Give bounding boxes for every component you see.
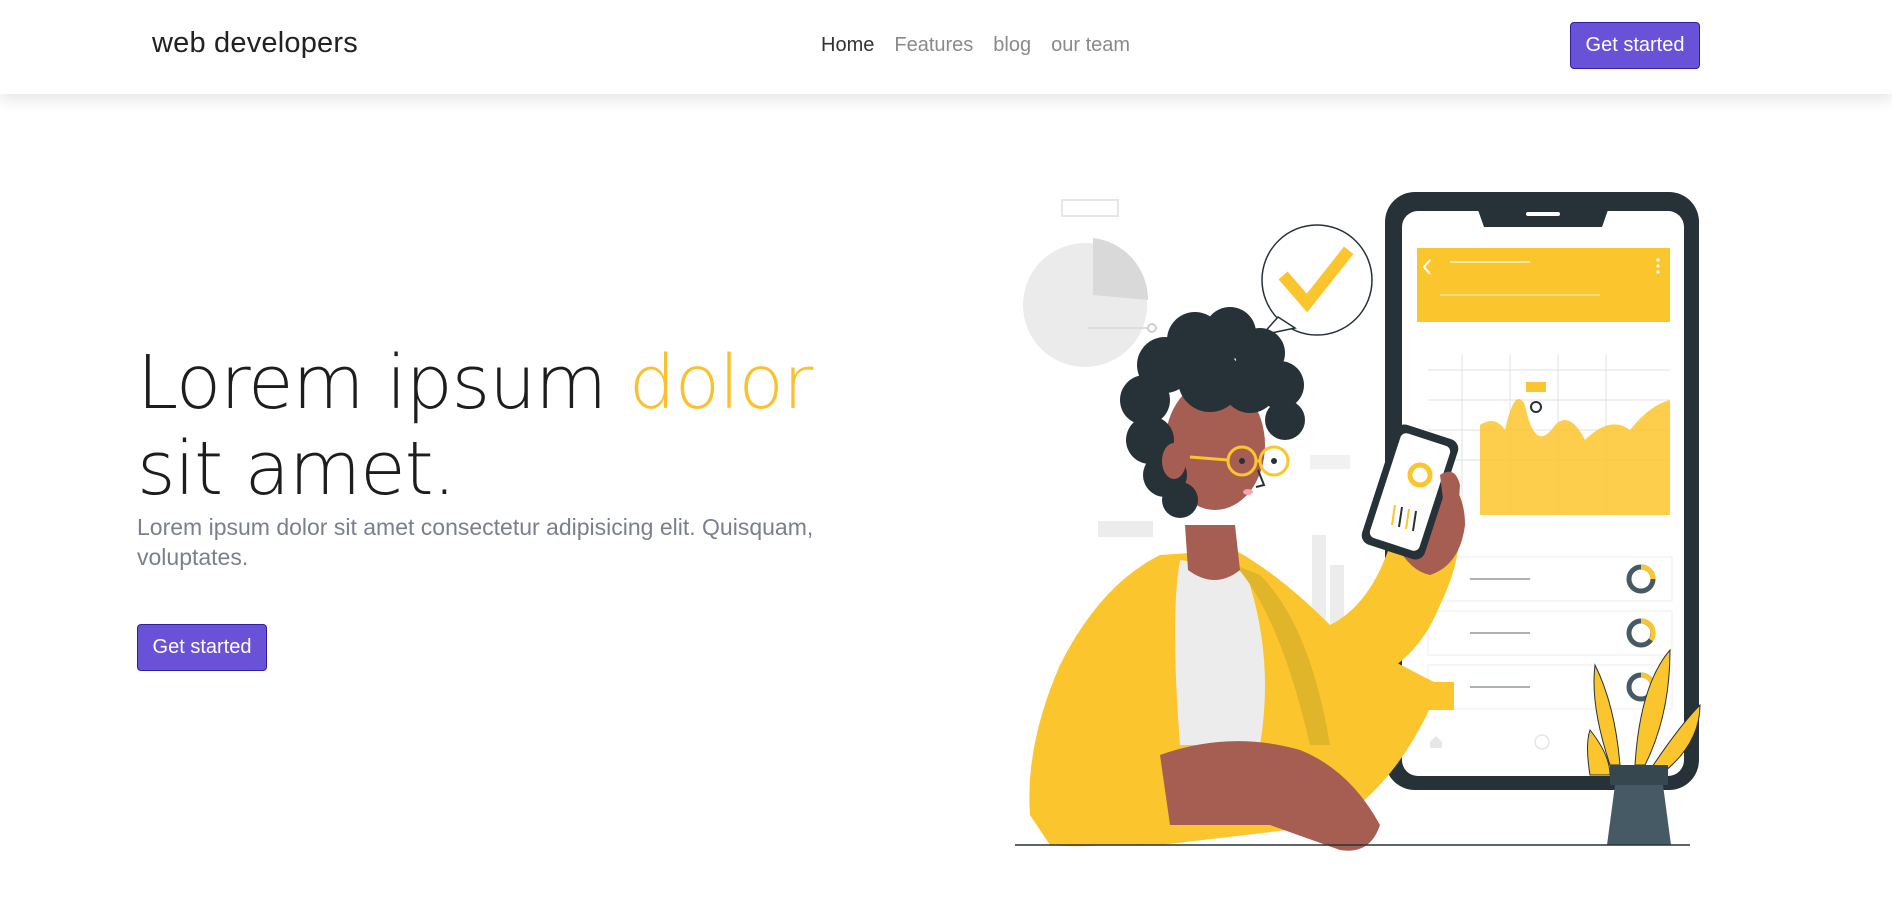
navbar: web developers Home Features blog our te… — [0, 0, 1892, 94]
hero-title-accent: dolor — [628, 340, 814, 426]
nav-link-features[interactable]: Features — [894, 34, 973, 57]
illustration-svg — [1015, 192, 1701, 851]
nav-link-home[interactable]: Home — [821, 34, 874, 57]
hero-section: Lorem ipsum dolor sit amet. Lorem ipsum … — [137, 340, 857, 572]
hero-title-part2: sit amet. — [137, 426, 456, 512]
hero-get-started-button[interactable]: Get started — [137, 624, 267, 671]
nav-links: Home Features blog our team — [821, 34, 1130, 57]
pie-chart-icon — [1023, 199, 1157, 367]
hero-title-part1: Lorem ipsum — [137, 340, 629, 426]
nav-link-blog[interactable]: blog — [993, 34, 1031, 57]
nav-link-our-team[interactable]: our team — [1051, 34, 1130, 57]
nav-get-started-button[interactable]: Get started — [1570, 22, 1700, 69]
hero-subtitle: Lorem ipsum dolor sit amet consectetur a… — [137, 514, 814, 570]
brand-logo-text[interactable]: web developers — [152, 27, 358, 60]
hero-title: Lorem ipsum dolor sit amet. — [137, 340, 857, 512]
checkmark-bubble — [1259, 224, 1373, 337]
hero-illustration — [1010, 185, 1710, 885]
